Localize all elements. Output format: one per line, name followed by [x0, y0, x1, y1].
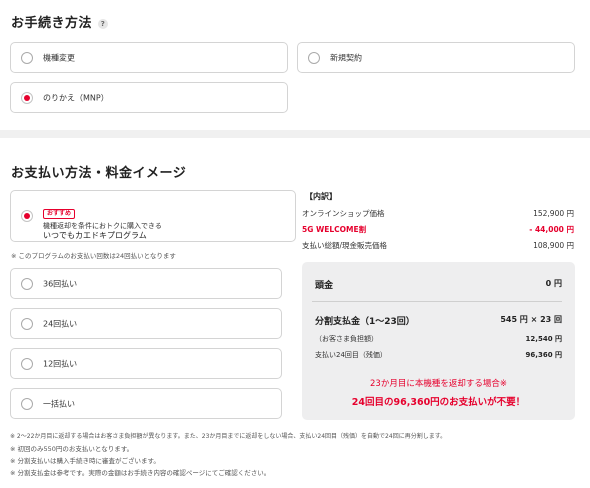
final-payment-row: 支払い24回目（残価） 96,360 円	[315, 350, 562, 360]
row-label: 5G WELCOME割	[302, 225, 367, 234]
program-description: 機種返却を条件におトクに購入できる	[43, 222, 162, 230]
breakdown-row-total: 支払い総額/現金販売価格 108,900 円	[302, 240, 574, 251]
row-label: オンラインショップ価格	[302, 209, 385, 218]
section-divider	[0, 130, 590, 138]
option-label: 24回払い	[43, 319, 78, 328]
breakdown-row-5g-welcome-discount: 5G WELCOME割 - 44,000 円	[302, 224, 574, 235]
radio-icon	[21, 357, 33, 370]
row-label: 支払い総額/現金販売価格	[302, 241, 388, 250]
installment-label: 分割支払金（1〜23回）	[315, 317, 415, 327]
program-name: いつでもカエドキプログラム	[43, 231, 147, 240]
option-label: のりかえ（MNP）	[43, 93, 109, 102]
option-model-change[interactable]: 機種変更	[10, 42, 288, 73]
radio-icon	[21, 277, 33, 290]
row-value: 152,900 円	[533, 209, 574, 218]
radio-icon	[21, 317, 33, 330]
option-label: 一括払い	[43, 399, 75, 408]
option-label: 機種変更	[43, 53, 75, 62]
breakdown-title: 【内訳】	[305, 192, 337, 201]
down-payment-value: 0 円	[545, 279, 562, 288]
radio-icon	[21, 397, 33, 410]
help-icon[interactable]: ?	[98, 18, 109, 29]
radio-selected-icon	[21, 210, 33, 222]
customer-burden-row: （お客さま負担額） 12,540 円	[315, 334, 562, 344]
option-new-contract[interactable]: 新規契約	[297, 42, 575, 73]
option-kaedoki-program[interactable]: おすすめ 機種返却を条件におトクに購入できる いつでもカエドキプログラム	[10, 190, 296, 242]
option-label: 新規契約	[330, 53, 362, 62]
installment-value: 545 円 × 23 回	[500, 315, 562, 324]
final-payment-label: 支払い24回目（残価）	[315, 351, 387, 359]
option-36-installments[interactable]: 36回払い	[10, 268, 282, 299]
radio-selected-icon	[21, 91, 33, 104]
procedure-title-text: お手続き方法	[11, 16, 93, 31]
radio-icon	[308, 51, 320, 64]
down-payment-label: 頭金	[315, 281, 334, 291]
option-lump-sum[interactable]: 一括払い	[10, 388, 282, 419]
footnote: ※ 分割支払金は参考です。実際の金額はお手続き内容の確認ページにてご確認ください…	[10, 469, 271, 477]
program-content: おすすめ 機種返却を条件におトクに購入できる いつでもカエドキプログラム	[43, 200, 162, 241]
footnote: ※ 初回のみ550円のお支払いとなります。	[10, 445, 134, 453]
installment-row: 分割支払金（1〜23回） 545 円 × 23 回	[315, 314, 562, 327]
customer-burden-value: 12,540 円	[525, 335, 562, 343]
row-value: 108,900 円	[533, 241, 574, 250]
option-mnp[interactable]: のりかえ（MNP）	[10, 82, 288, 113]
footnote: ※ 分割支払いは購入手続き時に審査がございます。	[10, 457, 160, 465]
radio-icon	[21, 51, 33, 64]
payment-title: お支払い方法・料金イメージ	[11, 166, 187, 181]
option-label: 12回払い	[43, 359, 78, 368]
final-payment-value: 96,360 円	[525, 351, 562, 359]
return-condition-text: 23か月目に本機種を返却する場合※	[370, 379, 507, 389]
option-24-installments[interactable]: 24回払い	[10, 308, 282, 339]
summary-divider	[312, 301, 562, 302]
program-note: ※ このプログラムのお支払い回数は24回払いとなります	[11, 252, 176, 260]
customer-burden-label: （お客さま負担額）	[315, 335, 378, 343]
option-label: 36回払い	[43, 279, 78, 288]
down-payment-row: 頭金 0 円	[315, 278, 562, 291]
no-payment-promo: 24回目の96,360円のお支払いが不要！	[351, 397, 526, 408]
breakdown-row-online-price: オンラインショップ価格 152,900 円	[302, 208, 574, 219]
procedure-title: お手続き方法?	[11, 12, 109, 31]
option-12-installments[interactable]: 12回払い	[10, 348, 282, 379]
footnote: ※ 2〜22か月目に返却する場合はお客さま負担額が異なります。また、23か月目ま…	[10, 433, 447, 440]
recommend-badge: おすすめ	[43, 209, 76, 219]
row-value: - 44,000 円	[529, 225, 574, 234]
